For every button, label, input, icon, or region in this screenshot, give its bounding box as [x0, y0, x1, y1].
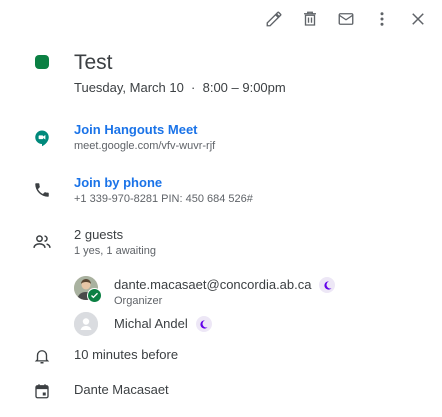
join-by-phone-link[interactable]: Join by phone: [74, 174, 430, 192]
guest-name: dante.macasaet@concordia.ab.ca: [114, 277, 312, 292]
moon-icon: [319, 277, 336, 293]
meet-url: meet.google.com/vfv-wuvr-rjf: [74, 140, 216, 152]
pencil-icon: [266, 11, 282, 27]
calendar-icon: [35, 384, 49, 399]
accepted-check-icon: [87, 288, 102, 303]
guests-icon: [33, 235, 51, 248]
close-button[interactable]: [400, 6, 436, 32]
guest-status: 1 yes, 1 awaiting: [74, 245, 156, 257]
trash-icon: [304, 11, 316, 26]
guest-item[interactable]: Michal Andel: [74, 312, 212, 336]
reminder-text: 10 minutes before: [74, 347, 179, 362]
guest-role: Organizer: [114, 295, 163, 307]
edit-button[interactable]: [256, 6, 292, 32]
mail-icon: [338, 13, 354, 25]
close-icon: [412, 13, 424, 25]
join-meet-link[interactable]: Join Hangouts Meet: [74, 121, 430, 139]
email-guests-button[interactable]: [328, 6, 364, 32]
phone-icon: [35, 183, 49, 197]
more-options-button[interactable]: [364, 6, 400, 32]
avatar: [74, 312, 98, 336]
event-datetime: Tuesday, March 10 · 8:00 – 9:00pm: [74, 80, 286, 95]
hangouts-meet-icon: [35, 130, 49, 147]
phone-details: +1 339-970-8281 PIN: 450 684 526#: [74, 193, 253, 205]
guest-count: 2 guests: [74, 227, 124, 242]
guest-name: Michal Andel: [114, 316, 188, 331]
more-vert-icon: [380, 12, 384, 26]
calendar-owner: Dante Macasaet: [74, 382, 169, 397]
event-title: Test: [74, 51, 113, 74]
bell-icon: [34, 350, 50, 364]
guest-item[interactable]: dante.macasaet@concordia.ab.ca Organizer: [74, 276, 336, 309]
event-toolbar: [256, 6, 436, 32]
avatar: [74, 276, 102, 303]
moon-icon: [195, 316, 212, 332]
event-color-swatch: [35, 55, 49, 69]
delete-button[interactable]: [292, 6, 328, 32]
